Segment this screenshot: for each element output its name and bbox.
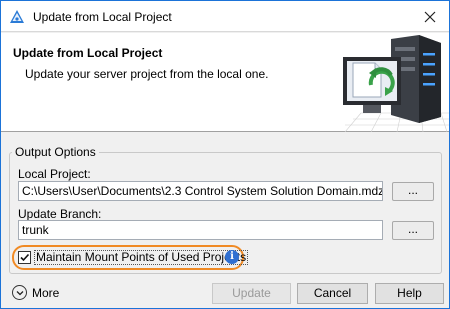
update-branch-label: Update Branch: [18, 207, 102, 221]
close-button[interactable] [411, 1, 449, 32]
banner-heading: Update from Local Project [13, 46, 163, 60]
update-branch-browse-button[interactable]: ... [392, 221, 434, 240]
local-project-browse-button[interactable]: ... [392, 182, 434, 201]
update-from-local-project-dialog: Update from Local Project Update from Lo… [0, 0, 450, 309]
help-button[interactable]: Help [375, 283, 444, 304]
output-options-legend: Output Options [12, 145, 99, 159]
update-branch-field[interactable]: trunk [18, 220, 383, 240]
more-label: More [32, 286, 60, 300]
info-icon[interactable]: i [225, 250, 239, 264]
chevron-down-icon [16, 291, 24, 296]
maintain-mount-points-checkbox[interactable] [18, 251, 31, 264]
title-bar: Update from Local Project [1, 1, 449, 32]
update-button[interactable]: Update [212, 283, 291, 304]
server-sync-illustration-icon [343, 35, 449, 132]
header-banner: Update from Local Project Update your se… [1, 33, 449, 132]
maintain-mount-points-label[interactable]: Maintain Mount Points of Used Projects [34, 250, 249, 265]
local-project-label: Local Project: [18, 167, 91, 181]
cancel-button[interactable]: Cancel [297, 283, 368, 304]
banner-subtitle: Update your server project from the loca… [25, 67, 269, 81]
app-icon [10, 10, 24, 23]
close-icon [424, 11, 436, 22]
window-title: Update from Local Project [33, 10, 172, 24]
expand-more-circle [12, 285, 27, 300]
local-project-field[interactable]: C:\Users\User\Documents\2.3 Control Syst… [18, 181, 383, 201]
checkmark-icon [20, 253, 30, 262]
